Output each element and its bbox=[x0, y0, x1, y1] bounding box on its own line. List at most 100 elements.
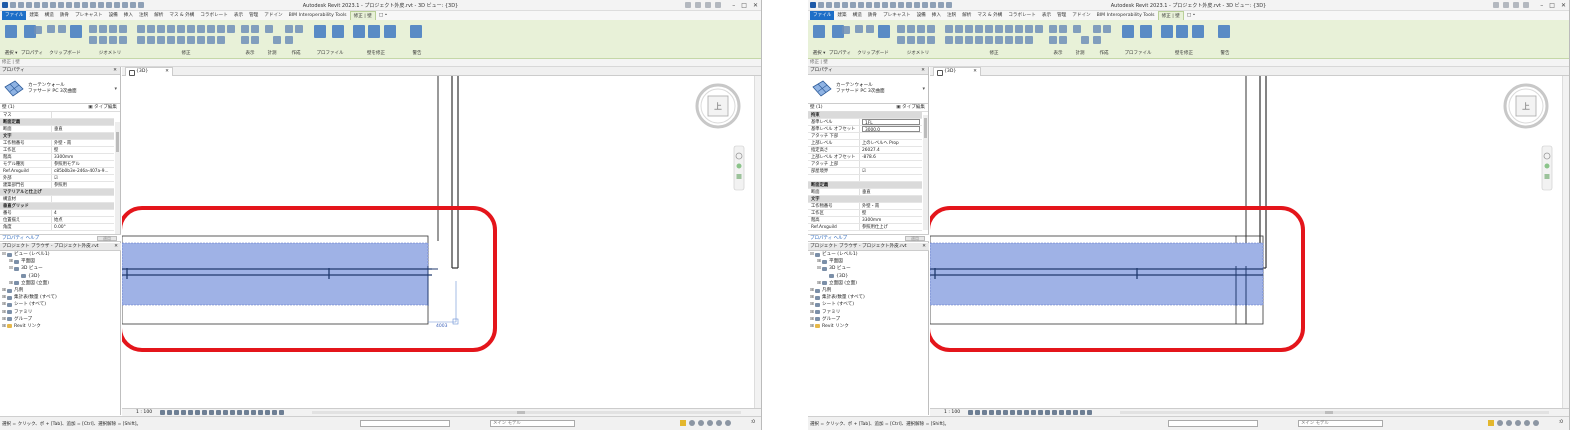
properties-scrollbar[interactable] bbox=[115, 122, 120, 237]
ribbon-tool-icon[interactable] bbox=[273, 36, 281, 44]
window-controls[interactable]: – □ ✕ bbox=[732, 2, 758, 9]
ribbon-tool-icon[interactable] bbox=[866, 25, 874, 33]
property-value[interactable]: 参照用モデル bbox=[52, 161, 114, 167]
ribbon-tool-icon[interactable] bbox=[207, 36, 215, 44]
ribbon-tool-icon[interactable] bbox=[1025, 36, 1033, 44]
apply-button[interactable]: 適用 bbox=[97, 236, 117, 241]
tab-8[interactable]: 解析 bbox=[959, 11, 974, 20]
ribbon-tool-icon[interactable] bbox=[227, 25, 235, 33]
tab-16[interactable]: □ • bbox=[376, 11, 391, 20]
tab-8[interactable]: 解析 bbox=[151, 11, 166, 20]
ribbon-tool-icon[interactable] bbox=[217, 25, 225, 33]
ribbon-tool-icon[interactable] bbox=[897, 25, 905, 33]
ribbon-tool-icon[interactable] bbox=[137, 25, 145, 33]
property-value[interactable]: 壁 bbox=[860, 210, 922, 216]
ribbon-tool-icon[interactable] bbox=[47, 25, 55, 33]
ribbon-tool-icon[interactable] bbox=[157, 36, 165, 44]
type-selector[interactable]: カーテンウォール ファサード PC 3次曲面 ▾ bbox=[808, 75, 928, 104]
ribbon-tool-icon[interactable] bbox=[147, 25, 155, 33]
ribbon-tool-icon[interactable] bbox=[995, 36, 1003, 44]
tab-3[interactable]: 鉄骨 bbox=[865, 11, 880, 20]
browser-node[interactable]: ⊞ Revit リンク bbox=[0, 323, 121, 330]
close-icon[interactable]: ✕ bbox=[921, 67, 925, 75]
property-value[interactable] bbox=[52, 112, 114, 118]
ribbon-tool-icon[interactable] bbox=[1035, 25, 1043, 33]
tab-13[interactable]: アドイン bbox=[1069, 11, 1093, 20]
workset-select[interactable] bbox=[1168, 420, 1258, 427]
property-category[interactable]: 拘束 bbox=[808, 112, 922, 119]
ribbon-tool-icon[interactable] bbox=[1005, 25, 1013, 33]
property-value[interactable]: 外壁・南 bbox=[52, 140, 114, 146]
ribbon-tool-icon[interactable] bbox=[965, 25, 973, 33]
ribbon-tool-icon[interactable] bbox=[1103, 25, 1111, 33]
ribbon-tool-icon[interactable] bbox=[985, 25, 993, 33]
property-category[interactable]: マテリアルと仕上げ bbox=[0, 189, 114, 196]
tab-9[interactable]: マス & 外構 bbox=[166, 11, 197, 20]
ribbon-tool-icon[interactable] bbox=[1218, 25, 1230, 38]
ribbon-tool-icon[interactable] bbox=[955, 36, 963, 44]
tab-2[interactable]: 構造 bbox=[850, 11, 865, 20]
ribbon-tool-icon[interactable] bbox=[187, 36, 195, 44]
ribbon-tool-icon[interactable] bbox=[147, 36, 155, 44]
property-value[interactable]: 3000.0 bbox=[862, 126, 920, 132]
selection-toggle-icons[interactable] bbox=[680, 420, 731, 426]
ribbon-tool-icon[interactable] bbox=[157, 25, 165, 33]
maximize-icon[interactable]: □ bbox=[741, 2, 747, 9]
browser-node[interactable]: {3D} bbox=[0, 273, 121, 280]
apply-button[interactable]: 適用 bbox=[905, 236, 925, 241]
property-value[interactable]: 3300mm bbox=[52, 154, 114, 160]
window-controls[interactable]: – □ ✕ bbox=[1540, 2, 1566, 9]
property-category[interactable]: 断面定義 bbox=[808, 182, 922, 189]
ribbon-tool-icon[interactable] bbox=[34, 26, 42, 34]
ribbon-tool-icon[interactable] bbox=[5, 25, 17, 38]
browser-node[interactable]: ⊞ 平面図 bbox=[808, 258, 929, 265]
ribbon-tool-icon[interactable] bbox=[119, 25, 127, 33]
property-value[interactable]: 垂直 bbox=[52, 126, 114, 132]
ribbon-tool-icon[interactable] bbox=[878, 25, 890, 38]
close-icon[interactable]: ✕ bbox=[1561, 2, 1566, 9]
tab-3[interactable]: 鉄骨 bbox=[57, 11, 72, 20]
properties-help-link[interactable]: プロパティ ヘルプ bbox=[810, 236, 847, 241]
ribbon-tool-icon[interactable] bbox=[207, 25, 215, 33]
property-value[interactable]: ☑ bbox=[860, 168, 922, 174]
chevron-down-icon[interactable]: ▾ bbox=[114, 86, 117, 92]
ribbon-tool-icon[interactable] bbox=[842, 26, 850, 34]
close-icon[interactable]: ✕ bbox=[113, 67, 117, 75]
browser-node[interactable]: ⊞ 平面図 bbox=[0, 258, 121, 265]
ribbon-tool-icon[interactable] bbox=[1122, 25, 1134, 38]
ribbon-tool-icon[interactable] bbox=[70, 25, 82, 38]
browser-node[interactable]: ⊞ 立面図 (立面) bbox=[808, 280, 929, 287]
property-value[interactable]: 0.00° bbox=[52, 224, 114, 230]
tab-10[interactable]: コラボレート bbox=[197, 11, 231, 20]
ribbon-tool-icon[interactable] bbox=[109, 36, 117, 44]
browser-node[interactable]: ⊞ 立面図 (立面) bbox=[0, 280, 121, 287]
ribbon-tool-icon[interactable] bbox=[384, 25, 396, 38]
property-value[interactable]: 外壁・南 bbox=[860, 203, 922, 209]
properties-help-link[interactable]: プロパティ ヘルプ bbox=[2, 236, 39, 241]
ribbon-tool-icon[interactable] bbox=[813, 25, 825, 38]
close-icon[interactable]: ✕ bbox=[114, 243, 118, 251]
ribbon-tool-icon[interactable] bbox=[897, 36, 905, 44]
tab-14[interactable]: BIM Interoperability Tools bbox=[286, 11, 350, 20]
view-scale[interactable]: 1 : 100 bbox=[944, 409, 960, 416]
ribbon-tool-icon[interactable] bbox=[1176, 25, 1188, 38]
drawing-canvas[interactable]: 上 bbox=[930, 76, 1562, 408]
ribbon-tool-icon[interactable] bbox=[907, 25, 915, 33]
ribbon-tool-icon[interactable] bbox=[295, 25, 303, 33]
ribbon-tool-icon[interactable] bbox=[907, 36, 915, 44]
type-selector[interactable]: カーテンウォール ファサード PC 3次曲面 ▾ bbox=[0, 75, 120, 104]
design-option-select[interactable]: メイン モデル bbox=[1298, 420, 1383, 427]
ribbon-tool-icon[interactable] bbox=[955, 25, 963, 33]
ribbon-tool-icon[interactable] bbox=[1049, 36, 1057, 44]
ribbon-tool-icon[interactable] bbox=[1015, 36, 1023, 44]
ribbon-tool-icon[interactable] bbox=[353, 25, 365, 38]
view-drawing[interactable]: 上 bbox=[930, 76, 1563, 408]
maximize-icon[interactable]: □ bbox=[1549, 2, 1555, 9]
ribbon-tool-icon[interactable] bbox=[1073, 25, 1081, 33]
close-icon[interactable]: ✕ bbox=[753, 2, 758, 9]
ribbon-tool-icon[interactable] bbox=[89, 36, 97, 44]
browser-node[interactable]: ⊟ ビュー (レベル1) bbox=[0, 251, 121, 258]
tab-7[interactable]: 注釈 bbox=[944, 11, 959, 20]
ribbon-tool-icon[interactable] bbox=[241, 36, 249, 44]
browser-node[interactable]: ⊟ 3D ビュー bbox=[0, 265, 121, 272]
